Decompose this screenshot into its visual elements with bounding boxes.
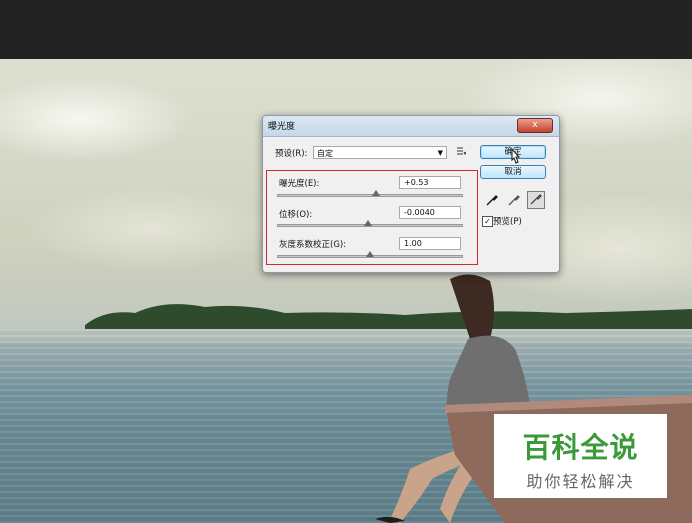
exposure-label: 曝光度(E): — [279, 179, 320, 189]
dropdown-arrow-icon: ▼ — [437, 149, 443, 157]
cancel-button[interactable]: 取消 — [480, 165, 546, 179]
preview-label: 预览(P) — [493, 217, 522, 227]
gamma-slider-thumb[interactable] — [366, 251, 374, 257]
preset-menu-icon[interactable] — [456, 146, 467, 156]
offset-label: 位移(O): — [279, 210, 313, 220]
offset-slider-thumb[interactable] — [364, 220, 373, 226]
exposure-input[interactable]: +0.53 — [399, 176, 461, 189]
dialog-titlebar: 曝光度 x — [263, 116, 559, 137]
mouse-cursor-icon — [511, 148, 521, 164]
exposure-dialog: 曝光度 x 预设(R): 自定 ▼ 曝光度(E): +0.53 位移(O): -… — [262, 115, 560, 273]
white-eyedropper-icon[interactable] — [527, 191, 545, 209]
gamma-input[interactable]: 1.00 — [399, 237, 461, 250]
preset-value: 自定 — [317, 149, 333, 158]
exposure-slider[interactable] — [277, 194, 463, 197]
watermark-title: 百科全说 — [522, 431, 639, 464]
offset-input[interactable]: -0.0040 — [399, 206, 461, 219]
preset-select[interactable]: 自定 ▼ — [313, 146, 447, 159]
preset-label: 预设(R): — [275, 149, 308, 159]
dialog-title: 曝光度 — [268, 122, 296, 132]
watermark: 百科全说 助你轻松解决 — [494, 414, 667, 498]
exposure-slider-thumb[interactable] — [371, 190, 380, 196]
watermark-subtitle: 助你轻松解决 — [526, 472, 635, 491]
preview-checkbox[interactable]: ✓ — [482, 216, 493, 227]
black-eyedropper-icon[interactable] — [485, 193, 499, 207]
gamma-label: 灰度系数校正(G): — [279, 240, 347, 250]
close-button[interactable]: x — [517, 118, 553, 133]
top-toolbar — [0, 0, 692, 59]
close-icon: x — [532, 120, 538, 130]
gray-eyedropper-icon[interactable] — [507, 193, 521, 207]
